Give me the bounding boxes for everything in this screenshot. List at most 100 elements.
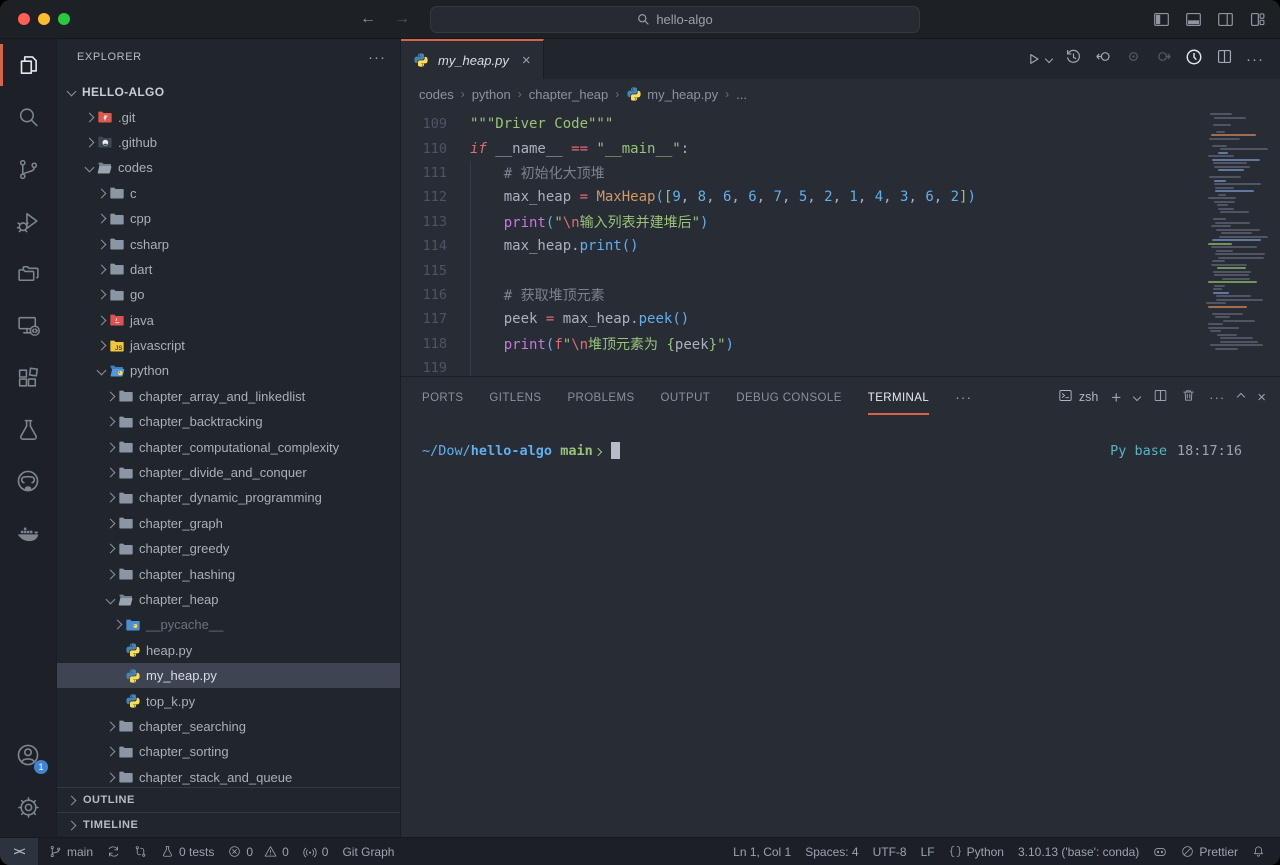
activity-debug-icon[interactable]: [0, 195, 56, 247]
status-bell[interactable]: [1245, 845, 1272, 858]
chevron-down-icon[interactable]: [81, 164, 97, 171]
kill-terminal-icon[interactable]: [1181, 388, 1196, 406]
activity-docker-icon[interactable]: [0, 507, 56, 559]
tab-my-heap-py[interactable]: my_heap.py ×: [401, 39, 544, 79]
chevron-down-icon[interactable]: [93, 367, 109, 374]
status-ln-1-col-1[interactable]: Ln 1, Col 1: [726, 845, 798, 859]
activity-github-icon[interactable]: [0, 455, 56, 507]
tree-item-chapter_graph[interactable]: chapter_graph: [57, 511, 400, 536]
tree-item-chapter_sorting[interactable]: chapter_sorting: [57, 739, 400, 764]
chevron-right-icon[interactable]: [102, 444, 118, 451]
panel-tab-debug-console[interactable]: DEBUG CONSOLE: [736, 380, 842, 415]
code-line-109[interactable]: 109"""Driver Code""": [401, 112, 1280, 136]
code-line-119[interactable]: 119: [401, 356, 1280, 376]
breadcrumb-chapter_heap[interactable]: chapter_heap: [529, 87, 609, 102]
status-0-tests[interactable]: 0 tests: [154, 845, 221, 859]
tree-item-chapter_hashing[interactable]: chapter_hashing: [57, 561, 400, 586]
tree-item-chapter_divide_and_conquer[interactable]: chapter_divide_and_conquer: [57, 460, 400, 485]
panel-tab-gitlens[interactable]: GITLENS: [489, 380, 541, 415]
activity-testing-icon[interactable]: [0, 403, 56, 455]
status-python[interactable]: Python: [942, 845, 1011, 859]
navigate-forward-icon[interactable]: →: [394, 10, 410, 28]
chevron-right-icon[interactable]: [102, 571, 118, 578]
chevron-right-icon[interactable]: [81, 114, 97, 121]
activity-search-icon[interactable]: [0, 91, 56, 143]
status-0[interactable]: 0: [296, 845, 336, 859]
code-line-111[interactable]: 111 # 初始化大顶堆: [401, 161, 1280, 185]
tree-item-csharp[interactable]: csharp: [57, 231, 400, 256]
status-3-10-13-base-conda-[interactable]: 3.10.13 ('base': conda): [1011, 845, 1146, 859]
activity-folders-icon[interactable]: [0, 247, 56, 299]
tree-item-chapter_stack_and_queue[interactable]: chapter_stack_and_queue: [57, 765, 400, 787]
chevron-right-icon[interactable]: [93, 215, 109, 222]
tree-item-codes[interactable]: codes: [57, 155, 400, 180]
panel-tab-problems[interactable]: PROBLEMS: [567, 380, 634, 415]
status-compare[interactable]: [127, 845, 154, 858]
chevron-right-icon[interactable]: [81, 139, 97, 146]
code-editor[interactable]: 109"""Driver Code"""110if __name__ == "_…: [401, 109, 1280, 376]
status-utf-8[interactable]: UTF-8: [866, 845, 914, 859]
close-window-button[interactable]: [18, 13, 30, 25]
tree-item-javascript[interactable]: JSjavascript: [57, 333, 400, 358]
chevron-right-icon[interactable]: [102, 748, 118, 755]
chevron-down-icon[interactable]: [102, 596, 118, 603]
chevron-right-icon[interactable]: [102, 418, 118, 425]
tree-item-chapter_greedy[interactable]: chapter_greedy: [57, 536, 400, 561]
chevron-right-icon[interactable]: [102, 469, 118, 476]
tree-item-go[interactable]: go: [57, 282, 400, 307]
jump-back-icon[interactable]: [1095, 48, 1112, 70]
runtime-status-icon[interactable]: [1185, 48, 1203, 71]
breadcrumb-...[interactable]: ...: [736, 87, 747, 102]
status-git-graph[interactable]: Git Graph: [335, 845, 401, 859]
activity-settings-icon[interactable]: [0, 781, 56, 833]
activity-explorer-icon[interactable]: [0, 39, 56, 91]
activity-extensions-icon[interactable]: [0, 351, 56, 403]
toggle-secondary-sidebar-icon[interactable]: [1217, 11, 1234, 28]
close-panel-icon[interactable]: ×: [1257, 389, 1266, 406]
status-sync[interactable]: [100, 845, 127, 858]
activity-account-icon[interactable]: 1: [0, 729, 56, 781]
tree-item-my_heap.py[interactable]: my_heap.py: [57, 663, 400, 688]
tree-item-top_k.py[interactable]: top_k.py: [57, 688, 400, 713]
tree-item-.github[interactable]: .github: [57, 130, 400, 155]
command-center-search[interactable]: hello-algo: [430, 6, 920, 33]
run-python-file-icon[interactable]: [1026, 51, 1052, 67]
split-editor-icon[interactable]: [1216, 48, 1233, 70]
tree-item-python[interactable]: python: [57, 358, 400, 383]
tree-item-HELLO-ALGO[interactable]: HELLO-ALGO: [57, 79, 400, 104]
chevron-right-icon[interactable]: [93, 317, 109, 324]
tree-item-chapter_dynamic_programming[interactable]: chapter_dynamic_programming: [57, 485, 400, 510]
activity-source-control-icon[interactable]: [0, 143, 56, 195]
more-actions-icon[interactable]: ···: [1246, 51, 1264, 68]
code-line-114[interactable]: 114 max_heap.print(): [401, 234, 1280, 258]
panel-tab-ports[interactable]: PORTS: [422, 380, 463, 415]
navigate-back-icon[interactable]: ←: [360, 10, 376, 28]
tree-item-chapter_computational_complexity[interactable]: chapter_computational_complexity: [57, 434, 400, 459]
chevron-right-icon[interactable]: [93, 241, 109, 248]
panel-more-actions-icon[interactable]: ···: [1209, 390, 1225, 405]
split-terminal-icon[interactable]: [1153, 388, 1168, 406]
tree-item-.git[interactable]: .git: [57, 104, 400, 129]
breadcrumb-python[interactable]: python: [472, 87, 511, 102]
customize-layout-icon[interactable]: [1249, 11, 1266, 28]
zoom-window-button[interactable]: [58, 13, 70, 25]
tree-item-cpp[interactable]: cpp: [57, 206, 400, 231]
minimap[interactable]: [1206, 113, 1272, 351]
code-line-117[interactable]: 117 peek = max_heap.peek(): [401, 307, 1280, 331]
status-prettier[interactable]: Prettier: [1174, 845, 1245, 859]
terminal-dropdown-icon[interactable]: [1133, 393, 1141, 401]
minimize-window-button[interactable]: [38, 13, 50, 25]
toggle-primary-sidebar-icon[interactable]: [1153, 11, 1170, 28]
tab-close-icon[interactable]: ×: [522, 52, 531, 69]
breadcrumb-my_heap.py[interactable]: my_heap.py: [626, 86, 718, 102]
local-history-icon[interactable]: [1065, 48, 1082, 70]
panel-more-tabs-icon[interactable]: ···: [955, 389, 972, 405]
terminal[interactable]: ~/Dow/hello-algo main Py base18:17:16: [401, 417, 1280, 837]
chevron-right-icon[interactable]: [109, 621, 125, 628]
status-main[interactable]: main: [42, 845, 100, 859]
activity-remote-icon[interactable]: [0, 299, 56, 351]
code-line-118[interactable]: 118 print(f"\n堆顶元素为 {peek}"): [401, 332, 1280, 356]
chevron-right-icon[interactable]: [102, 393, 118, 400]
tree-item-chapter_heap[interactable]: chapter_heap: [57, 587, 400, 612]
outline-section-header[interactable]: OUTLINE: [57, 787, 400, 812]
